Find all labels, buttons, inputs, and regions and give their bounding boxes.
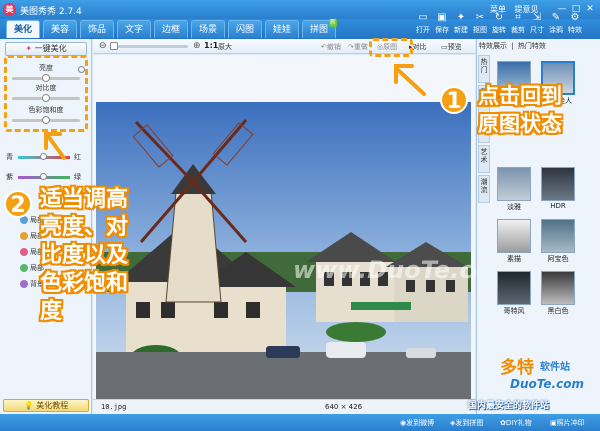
step-one-badge: 1: [440, 86, 468, 114]
tab-collage-label: 拼图: [309, 25, 328, 35]
app-title: 美图秀秀 2.7.4: [20, 7, 82, 17]
crop-button[interactable]: ⌗ 裁剪: [509, 11, 527, 36]
one-key-beautify-button[interactable]: ✦ 一键美化: [5, 42, 87, 56]
new-icon: ✦: [456, 12, 466, 23]
effect-icon: [20, 264, 28, 272]
tab-text[interactable]: 文字: [117, 20, 151, 38]
crop-icon: ✂: [475, 12, 485, 23]
effect-thumbnail[interactable]: [497, 271, 531, 305]
cut-icon: ⌗: [515, 12, 521, 23]
side-tab-hot[interactable]: 热门: [478, 55, 490, 83]
resize-icon: ⇲: [532, 12, 542, 23]
close-button[interactable]: ✕: [584, 3, 596, 15]
thumbnail-label: 哥特风: [503, 307, 525, 315]
effect-icon: [20, 280, 28, 288]
cutout-button[interactable]: ✂ 抠图: [471, 11, 489, 36]
thumbnail-label: HDR: [550, 202, 566, 210]
share-weibo-button[interactable]: ◉发到微博: [400, 418, 434, 428]
tab-dolls[interactable]: 娃娃: [265, 20, 299, 38]
effect-thumbnail[interactable]: [541, 167, 575, 201]
side-tab-trend[interactable]: 潮流: [478, 175, 490, 203]
zoom-ratio: 1:1: [204, 41, 219, 50]
doodle-button[interactable]: ✎ 涂鸦: [547, 11, 565, 36]
purple-green-slider[interactable]: 紫 绿: [6, 172, 86, 182]
arrow-to-original-icon: [394, 64, 426, 96]
magic-wand-icon: ✦: [25, 44, 33, 53]
tab-accessories[interactable]: 饰品: [80, 20, 114, 38]
app-logo-icon: 美: [3, 3, 16, 16]
site-logo: 多特 软件站 DuoTe.com 国内最安全的软件站: [468, 358, 584, 411]
arrow-to-sliders-icon: [44, 132, 66, 160]
zoom-knob[interactable]: [110, 42, 118, 50]
thumbnail-label: 淡雅: [507, 203, 521, 211]
effect-thumbnail[interactable]: [497, 167, 531, 201]
brush-icon: ✎: [551, 12, 561, 23]
tutorial-button[interactable]: 💡 美化教程: [3, 399, 89, 412]
zoom-slider[interactable]: [110, 45, 188, 48]
canvas-toolbar: ⊖ ⊕ 1:1 原大 ↶撤销 ↷重做 ◎原图 ▸对比 ▭预览: [93, 39, 475, 54]
tab-beauty[interactable]: 美容: [43, 20, 77, 38]
open-button[interactable]: ▭ 打开: [414, 11, 432, 36]
adjust-highlight-box: [4, 55, 88, 132]
slider-knob[interactable]: [40, 173, 47, 180]
bulb-icon: 💡: [23, 401, 34, 410]
diy-gift-button[interactable]: ✿DIY礼物: [500, 418, 532, 428]
tab-beautify[interactable]: 美化: [6, 20, 40, 38]
save-button[interactable]: ▣ 保存: [433, 11, 451, 36]
effect-icon: [20, 232, 28, 240]
canvas-footer: 10.jpg 640 × 426: [93, 399, 475, 414]
rotate-icon: ↻: [494, 12, 504, 23]
tab-flash[interactable]: 闪图: [228, 20, 262, 38]
photo-image: [96, 102, 471, 406]
original-highlight-box: [369, 38, 413, 57]
print-icon: ▣: [550, 419, 557, 427]
photo: [96, 102, 471, 406]
step-one-text: 点击回到 原图状态: [478, 84, 562, 136]
save-icon: ▣: [437, 12, 447, 23]
canvas-area[interactable]: www.DuoTe.com: [93, 55, 515, 406]
rotate-button[interactable]: ↻ 旋转: [490, 11, 508, 36]
filename: 10.jpg: [101, 403, 127, 411]
effects-tabs: 特效展示 | 热门特效: [479, 41, 599, 53]
tab-scenes[interactable]: 场景: [191, 20, 225, 38]
preview-button[interactable]: ▭预览: [441, 42, 462, 52]
status-bar: ◉发到微博 ◈发到拼图 ✿DIY礼物 ▣照片冲印: [0, 414, 600, 431]
ruler-icon: ⚙: [570, 12, 580, 23]
effect-thumbnail[interactable]: [541, 271, 575, 305]
thumbnail-label: 素描: [507, 255, 521, 263]
image-dimensions: 640 × 426: [325, 403, 363, 411]
side-tab-art[interactable]: 艺术: [478, 145, 490, 173]
effect-thumbnail[interactable]: [541, 219, 575, 253]
step-two-badge: 2: [4, 190, 32, 218]
zoom-out-icon[interactable]: ⊖: [99, 41, 107, 51]
photo-print-button[interactable]: ▣照片冲印: [550, 418, 585, 428]
original-size-button[interactable]: 原大: [218, 42, 232, 52]
tab-separator: |: [511, 42, 514, 50]
share-collage-button[interactable]: ◈发到拼图: [450, 418, 483, 428]
step-two-text: 适当调高 亮度、对 比度以及 色彩饱和 度: [40, 187, 129, 324]
tab-frames[interactable]: 边框: [154, 20, 188, 38]
new-button[interactable]: ✦ 新建: [452, 11, 470, 36]
zoom-in-icon[interactable]: ⊕: [193, 41, 201, 51]
redo-button[interactable]: ↷重做: [348, 42, 368, 52]
thumbnail-label: 黑白色: [547, 307, 569, 315]
undo-button[interactable]: ↶撤销: [321, 42, 341, 52]
thumbnail-label: 阿宝色: [547, 255, 569, 263]
preview-icon: ▭: [441, 43, 448, 51]
folder-open-icon: ▭: [418, 12, 428, 23]
tab-hot-effects[interactable]: 热门特效: [518, 42, 546, 50]
resize-button[interactable]: ⇲ 尺寸: [528, 11, 546, 36]
effect-thumbnail[interactable]: [497, 219, 531, 253]
new-badge: 新: [328, 19, 337, 27]
tab-effect-showcase[interactable]: 特效展示: [479, 42, 507, 50]
effect-icon: [20, 248, 28, 256]
effect-button[interactable]: ⚙ 特效: [566, 11, 584, 36]
tab-collage[interactable]: 拼图 新: [302, 19, 337, 38]
